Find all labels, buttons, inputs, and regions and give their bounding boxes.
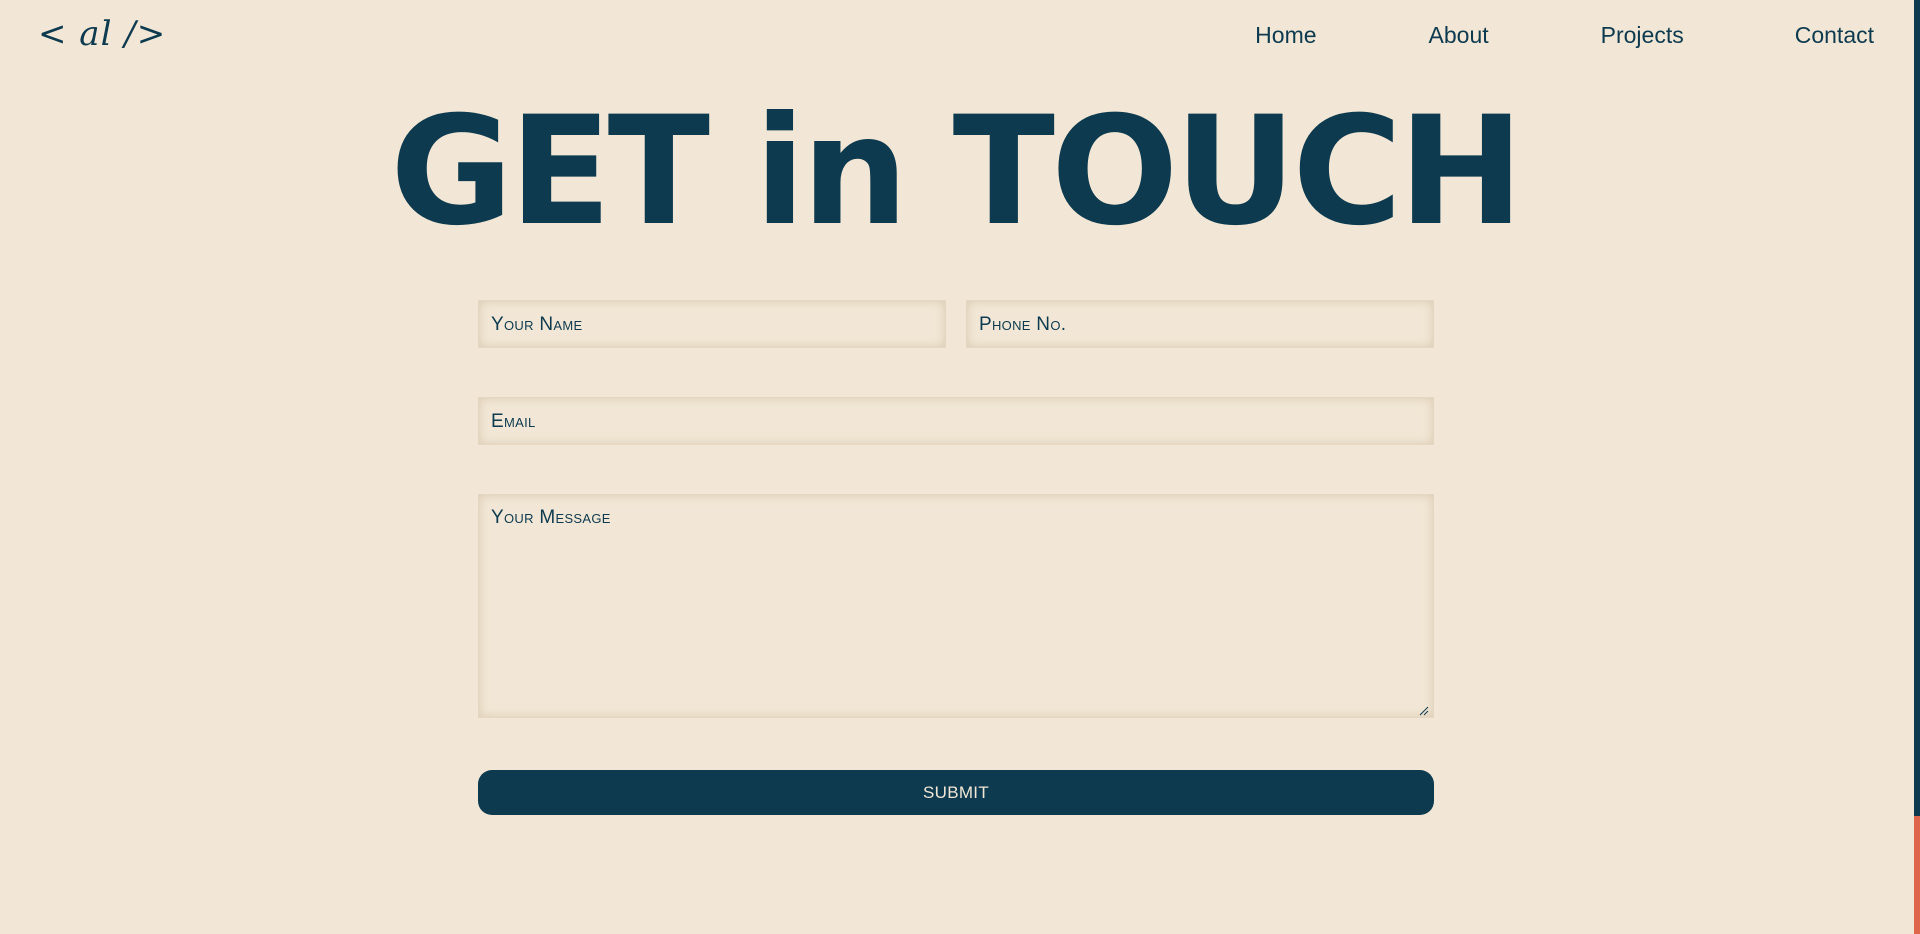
nav-link-contact[interactable]: Contact <box>1795 22 1874 49</box>
message-placeholder: Your Message <box>491 507 611 528</box>
nav-link-projects[interactable]: Projects <box>1601 22 1684 49</box>
nav-link-about[interactable]: About <box>1429 22 1489 49</box>
email-placeholder: Email <box>491 411 536 432</box>
site-logo[interactable]: < al /> <box>38 14 166 54</box>
scrollbar-thumb[interactable] <box>1914 816 1920 934</box>
email-input[interactable]: Email <box>478 397 1434 445</box>
name-input[interactable]: Your Name <box>478 300 946 348</box>
phone-placeholder: Phone No. <box>979 314 1067 335</box>
resize-handle-icon[interactable] <box>1419 703 1429 716</box>
phone-input[interactable]: Phone No. <box>966 300 1434 348</box>
nav-link-home[interactable]: Home <box>1255 22 1316 49</box>
scrollbar-track[interactable] <box>1914 0 1920 934</box>
main-nav: Home About Projects Contact <box>1255 22 1874 49</box>
message-textarea[interactable]: Your Message <box>478 494 1434 718</box>
page-title: GET in TOUCH <box>390 85 1524 259</box>
submit-button[interactable]: SUBMIT <box>478 770 1434 815</box>
contact-page: < al /> Home About Projects Contact GET … <box>0 0 1920 934</box>
name-placeholder: Your Name <box>491 314 583 335</box>
